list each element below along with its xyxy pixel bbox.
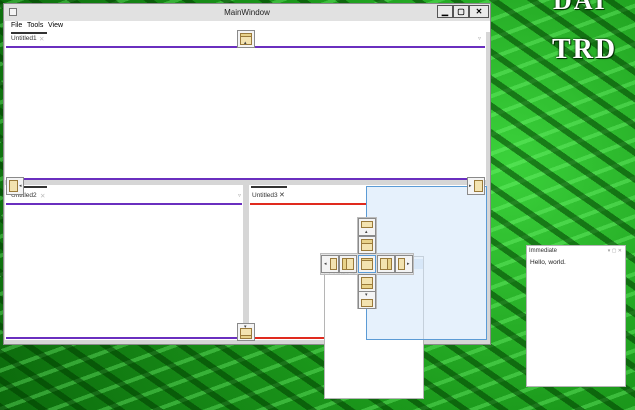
dock-strip bbox=[387, 258, 392, 270]
arrow-left-icon: ◂ bbox=[324, 261, 327, 267]
title-bar[interactable]: MainWindow ▁ ▢ ✕ bbox=[4, 4, 490, 21]
pane-menu-chevron-icon[interactable]: ▿ bbox=[238, 192, 241, 199]
tab-close-icon[interactable]: ✕ bbox=[40, 192, 45, 200]
arrow-down-icon: ▾ bbox=[365, 292, 368, 298]
immediate-controls[interactable]: ▾ ▢ ✕ bbox=[608, 248, 622, 254]
maximize-button[interactable]: ▢ bbox=[453, 5, 469, 18]
dock-pane-icon bbox=[474, 180, 483, 192]
dock-pane-icon bbox=[398, 258, 405, 270]
arrow-up-icon: ▴ bbox=[244, 40, 247, 46]
immediate-output: Hello, world. bbox=[530, 259, 566, 266]
dock-strip bbox=[361, 258, 373, 261]
dock-cross-right[interactable] bbox=[377, 255, 395, 273]
minimize-button[interactable]: ▁ bbox=[437, 5, 453, 18]
pane-bottom-line bbox=[6, 337, 242, 339]
dock-cross-center[interactable] bbox=[358, 255, 376, 273]
dock-left-button[interactable]: ◂ bbox=[6, 177, 24, 195]
dock-strip bbox=[240, 33, 252, 37]
menu-file[interactable]: File bbox=[11, 22, 22, 29]
dock-cross-bottom[interactable] bbox=[358, 274, 376, 292]
pane-active-line bbox=[6, 203, 242, 205]
pane-active-line bbox=[250, 203, 366, 205]
dock-cross-bottom-outer[interactable]: ▾ bbox=[358, 291, 376, 309]
dock-cross-left[interactable] bbox=[339, 255, 357, 273]
dock-pane-icon bbox=[9, 180, 18, 192]
immediate-window[interactable]: Immediate ▾ ▢ ✕ Hello, world. bbox=[526, 245, 626, 387]
immediate-title: Immediate bbox=[529, 248, 558, 254]
menu-view[interactable]: View bbox=[48, 22, 63, 29]
arrow-right-icon: ▸ bbox=[407, 261, 410, 267]
tab-underline bbox=[251, 186, 287, 188]
dock-cross-right-outer[interactable]: ▸ bbox=[395, 255, 413, 273]
tab-close-icon[interactable]: ✕ bbox=[39, 35, 44, 43]
dock-strip bbox=[240, 335, 252, 339]
dock-strip bbox=[361, 284, 373, 289]
desktop-text-bottom: TRD bbox=[552, 34, 618, 65]
pane-bottom-line bbox=[6, 178, 485, 180]
pane-menu-chevron-icon[interactable]: ▿ bbox=[478, 35, 481, 42]
dock-bottom-button[interactable]: ▾ bbox=[237, 323, 255, 341]
dock-cross-top-outer[interactable]: ▴ bbox=[358, 218, 376, 236]
arrow-up-icon: ▴ bbox=[365, 229, 368, 235]
close-button[interactable]: ✕ bbox=[469, 5, 489, 18]
dock-pane-icon bbox=[361, 299, 373, 307]
document-pane-bottom-left[interactable]: Untitled2 ✕ ▿ bbox=[5, 185, 243, 340]
desktop-text-top: DAI bbox=[553, 0, 607, 15]
dock-top-button[interactable]: ▴ bbox=[237, 30, 255, 48]
menu-tools[interactable]: Tools bbox=[27, 22, 43, 29]
dock-right-button[interactable]: ▸ bbox=[467, 177, 485, 195]
dock-cross-top[interactable] bbox=[358, 236, 376, 254]
dock-cross-left-outer[interactable]: ◂ bbox=[321, 255, 339, 273]
dock-strip bbox=[361, 239, 373, 244]
tab-untitled1[interactable]: Untitled1 bbox=[11, 35, 37, 42]
tab-underline bbox=[11, 32, 47, 34]
dock-pane-icon bbox=[361, 221, 373, 228]
window-title: MainWindow bbox=[224, 8, 270, 17]
document-pane-top[interactable]: Untitled1 ✕ ▿ bbox=[5, 29, 486, 180]
arrow-right-icon: ▸ bbox=[469, 183, 472, 189]
dock-strip bbox=[342, 258, 347, 270]
dock-pane-icon bbox=[330, 258, 337, 270]
tab-close-icon[interactable]: ✕ bbox=[279, 191, 285, 199]
tab-untitled3[interactable]: Untitled3 bbox=[252, 192, 278, 199]
arrow-left-icon: ◂ bbox=[19, 183, 22, 189]
